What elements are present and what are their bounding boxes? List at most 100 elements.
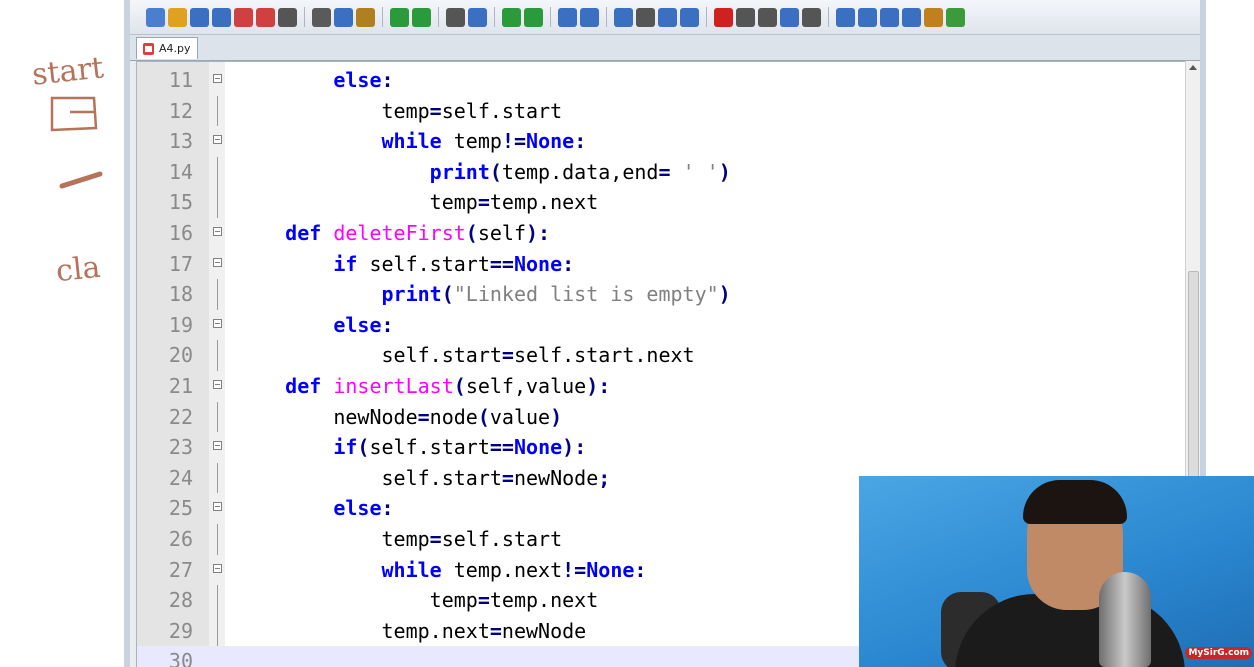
- line-number: 12: [168, 98, 193, 123]
- token-op: !=: [501, 129, 527, 154]
- code-text: temp=self.start: [237, 524, 562, 555]
- token: self.start: [441, 527, 563, 551]
- code-line[interactable]: 15 temp=temp.next: [137, 187, 1185, 218]
- token-kw: else: [333, 496, 382, 521]
- sync-h-icon[interactable]: [580, 7, 599, 27]
- find-icon[interactable]: [446, 7, 465, 27]
- zoom-out-icon[interactable]: [524, 7, 543, 27]
- folder-icon[interactable]: [924, 7, 943, 27]
- token-kw: else: [333, 68, 382, 92]
- token: temp.next: [489, 588, 599, 613]
- spellcheck-icon[interactable]: [946, 7, 965, 27]
- code-line[interactable]: 21 def insertLast(self,value):: [137, 371, 1185, 402]
- replace-icon[interactable]: [468, 7, 487, 27]
- show-all-chars-icon[interactable]: [636, 7, 655, 27]
- line-number: 29: [168, 618, 193, 643]
- code-line[interactable]: 19 else:: [137, 310, 1185, 341]
- save-macro-icon[interactable]: [802, 7, 821, 27]
- open-icon[interactable]: [168, 7, 187, 27]
- token-kw: def: [285, 374, 322, 398]
- paste-icon[interactable]: [356, 7, 375, 27]
- scroll-up-arrow-icon[interactable]: [1189, 65, 1197, 70]
- token-kw: if: [333, 251, 358, 276]
- code-text: temp=temp.next: [237, 187, 599, 218]
- sync-v-icon[interactable]: [558, 7, 577, 27]
- save-icon[interactable]: [190, 7, 209, 27]
- cut-icon[interactable]: [312, 7, 331, 27]
- code-line[interactable]: 12 temp=self.start: [137, 95, 1185, 127]
- token-op: =: [501, 465, 514, 490]
- token-op: (: [489, 159, 502, 184]
- fold-toggle-icon[interactable]: [213, 74, 222, 83]
- fold-toggle-icon[interactable]: [213, 380, 222, 389]
- run-macro-icon[interactable]: [780, 7, 799, 27]
- fold-guide-line: [217, 401, 218, 433]
- zoom-in-icon[interactable]: [502, 7, 521, 27]
- webcam-overlay: MySirG.com: [859, 476, 1254, 667]
- token-op: ): [718, 159, 731, 184]
- play-macro-icon[interactable]: [758, 7, 777, 27]
- new-file-icon[interactable]: [146, 7, 165, 27]
- token-kw: def: [285, 221, 322, 245]
- print-icon[interactable]: [278, 7, 297, 27]
- line-number: 15: [168, 190, 193, 215]
- fold-toggle-icon[interactable]: [213, 563, 222, 573]
- code-line[interactable]: 20 self.start=self.start.next: [137, 340, 1185, 371]
- whiteboard: start cla: [0, 0, 130, 667]
- indent-guide-icon[interactable]: [658, 7, 677, 27]
- close-all-icon[interactable]: [256, 7, 275, 27]
- save-all-icon[interactable]: [212, 7, 231, 27]
- code-line[interactable]: 13 while temp!=None:: [137, 126, 1185, 157]
- token-kw: else: [333, 312, 382, 337]
- doc-map-icon[interactable]: [680, 7, 699, 27]
- code-text: print("Linked list is empty"): [237, 279, 731, 310]
- token-op: ):: [526, 221, 551, 245]
- token: temp.next: [489, 190, 599, 215]
- token-op: =: [417, 404, 430, 429]
- line-number: 25: [168, 496, 193, 521]
- fold-toggle-icon[interactable]: [213, 318, 222, 328]
- code-line[interactable]: 11 else:: [137, 65, 1185, 96]
- line-number: 24: [168, 465, 193, 490]
- token-op: :: [381, 496, 394, 521]
- redo-icon[interactable]: [412, 7, 431, 27]
- token-op: =: [477, 190, 490, 215]
- tab-a4-py[interactable]: A4.py: [136, 37, 198, 59]
- token-kw: None: [513, 251, 563, 276]
- code-line[interactable]: 17 if self.start==None:: [137, 249, 1185, 280]
- code-line[interactable]: 14 print(temp.data,end= ' '): [137, 156, 1185, 188]
- close-icon[interactable]: [234, 7, 253, 27]
- token: temp.next: [441, 557, 563, 582]
- scrollbar-thumb[interactable]: [1188, 271, 1199, 478]
- tab-bar: A4.py: [130, 35, 1200, 61]
- code-text: else:: [237, 65, 393, 96]
- undo-icon[interactable]: [390, 7, 409, 27]
- fold-toggle-icon[interactable]: [213, 135, 222, 145]
- fold-toggle-icon[interactable]: [213, 257, 222, 267]
- code-line[interactable]: 16 def deleteFirst(self):: [137, 218, 1185, 249]
- whiteboard-note-start: start: [30, 50, 106, 93]
- token-kw: None: [513, 435, 563, 460]
- record-macro-icon[interactable]: [714, 7, 733, 27]
- microphone: [1099, 572, 1151, 667]
- down-icon[interactable]: [880, 7, 899, 27]
- token-kw: None: [526, 129, 575, 154]
- copy-icon[interactable]: [334, 7, 353, 27]
- up-icon[interactable]: [858, 7, 877, 27]
- panel-icon[interactable]: [902, 7, 921, 27]
- code-text: if self.start==None:: [237, 249, 574, 280]
- code-line[interactable]: 22 newNode=node(value): [137, 401, 1185, 433]
- stop-macro-icon[interactable]: [736, 7, 755, 27]
- token: temp: [237, 98, 430, 123]
- fold-toggle-icon[interactable]: [213, 502, 222, 512]
- wrap-icon[interactable]: [614, 7, 633, 27]
- function-list-icon[interactable]: [836, 7, 855, 27]
- code-line[interactable]: 23 if(self.start==None):: [137, 432, 1185, 463]
- fold-toggle-icon[interactable]: [213, 227, 222, 236]
- code-line[interactable]: 18 print("Linked list is empty"): [137, 279, 1185, 310]
- code-text: else:: [237, 310, 393, 341]
- fold-toggle-icon[interactable]: [213, 441, 222, 451]
